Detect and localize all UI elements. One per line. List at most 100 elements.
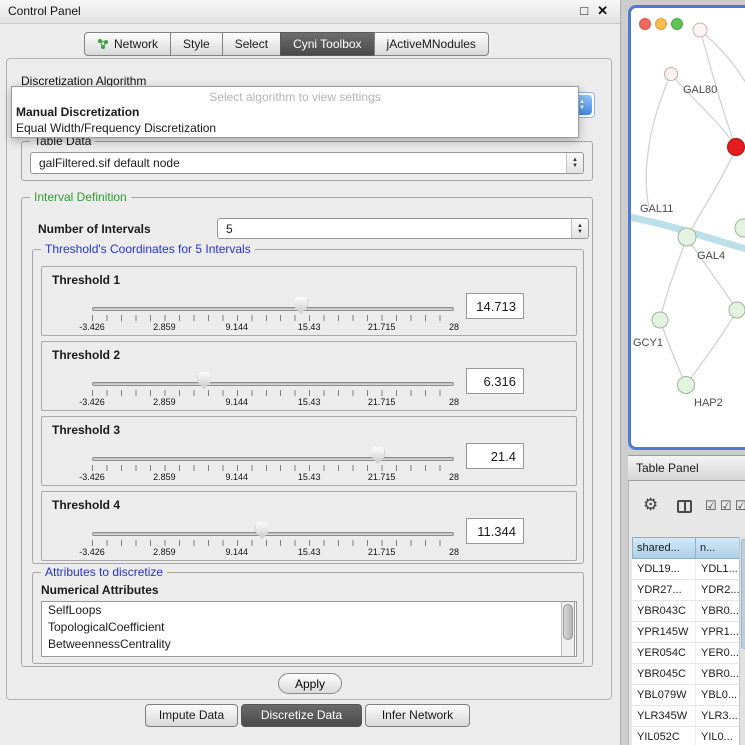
table-row[interactable]: YLR345WYLR3... [632,706,745,727]
tab-jactivemnodules[interactable]: jActiveMNodules [374,32,489,56]
close-traffic-light-icon[interactable] [639,18,651,30]
tick-label: 2.859 [153,547,176,557]
threshold-value-field[interactable]: 6.316 [466,368,524,394]
table-cell: YDL19... [632,559,696,579]
table-row[interactable]: YER054CYER0... [632,643,745,664]
node-label-hap2[interactable]: HAP2 [694,397,723,409]
slider-thumb[interactable] [198,372,211,389]
column-selector-icon[interactable] [677,500,692,513]
scrollbar-thumb[interactable] [563,604,573,640]
tick-label: 28 [449,322,459,332]
tab-infer-network[interactable]: Infer Network [365,704,470,727]
checkbox-icon[interactable]: ☑ [735,498,745,514]
select-checkbox-icon[interactable]: ☑ [720,498,732,514]
threshold-slider[interactable]: -3.4262.8599.14415.4321.71528 [92,342,454,412]
node-label-gal80[interactable]: GAL80 [683,84,717,96]
table-header-row: shared... n... [632,537,745,559]
table-cell: YBR0... [696,664,745,684]
network-icon [97,38,109,50]
tab-select[interactable]: Select [222,32,281,56]
column-header-shared-name[interactable]: shared... [632,537,696,559]
select-all-checkbox-icon[interactable]: ☑ [705,498,717,514]
tick-label: 28 [449,547,459,557]
list-item[interactable]: TopologicalCoefficient [42,619,576,636]
threshold-value-field[interactable]: 21.4 [466,443,524,469]
table-row[interactable]: YPR145WYPR1... [632,622,745,643]
tick-label: 21.715 [368,322,396,332]
table-rows: YDL19...YDL1...YDR27...YDR2...YBR043CYBR… [632,559,745,745]
combo-stepper-icon[interactable]: ▲▼ [571,219,588,238]
table-scrollbar[interactable] [739,537,745,745]
slider-scale: -3.4262.8599.14415.4321.71528 [92,397,454,408]
threshold-value-field[interactable]: 11.344 [466,518,524,544]
gear-icon[interactable]: ⚙ [643,495,658,515]
dropdown-option-manual-discretization[interactable]: Manual Discretization [12,104,578,120]
table-row[interactable]: YDR27...YDR2... [632,580,745,601]
tab-cyni-toolbox[interactable]: Cyni Toolbox [280,32,374,56]
dropdown-option-equal-width-frequency[interactable]: Equal Width/Frequency Discretization [12,120,578,136]
tab-style[interactable]: Style [170,32,223,56]
table-cell: YER0... [696,643,745,663]
slider-thumb[interactable] [371,447,384,464]
thresholds-group-title: Threshold's Coordinates for 5 Intervals [41,242,255,256]
slider-track[interactable] [92,307,454,311]
float-window-icon[interactable]: □ [580,3,588,19]
threshold-row-3: Threshold 3 -3.4262.8599.14415.4321.7152… [41,416,577,486]
threshold-slider[interactable]: -3.4262.8599.14415.4321.71528 [92,417,454,487]
list-scrollbar[interactable] [561,601,575,657]
tick-label: 28 [449,397,459,407]
algorithm-dropdown-menu: Select algorithm to view settings Manual… [11,86,579,138]
table-data-combobox[interactable]: galFiltered.sif default node ▲▼ [30,152,584,174]
numerical-attributes-list[interactable]: SelfLoopsTopologicalCoefficientBetweenne… [41,601,577,657]
table-row[interactable]: YBR045CYBR0... [632,664,745,685]
slider-thumb[interactable] [256,522,269,539]
threshold-slider[interactable]: -3.4262.8599.14415.4321.71528 [92,492,454,562]
interval-definition-group: Interval Definition Number of Intervals … [21,197,593,667]
table-panel-header: Table Panel [628,455,745,481]
tick-label: 9.144 [226,547,249,557]
tick-label: 21.715 [368,547,396,557]
attributes-to-discretize-group: Attributes to discretize Numerical Attri… [32,572,584,664]
column-header-name[interactable]: n... [695,537,745,559]
window-title: Control Panel [8,4,81,18]
table-row[interactable]: YIL052CYIL0... [632,727,745,745]
number-of-intervals-label: Number of Intervals [38,222,151,236]
cyni-toolbox-panel: Discretization Algorithm ▲▼ Select algor… [6,58,612,700]
tab-impute-data[interactable]: Impute Data [145,704,238,727]
tab-network[interactable]: Network [84,32,171,56]
tab-discretize-data[interactable]: Discretize Data [241,704,362,727]
list-item[interactable]: BetweennessCentrality [42,636,576,653]
network-view-window[interactable]: GAL80 GAL11 GAL4 GCY1 HAP2 [628,5,745,450]
control-panel-window: Control Panel □ ✕ Network Style Select C… [0,0,621,745]
combo-stepper-icon[interactable]: ▲▼ [566,153,583,173]
node-label-gal11[interactable]: GAL11 [640,203,673,215]
close-icon[interactable]: ✕ [597,3,608,19]
node-label-gal4[interactable]: GAL4 [697,250,725,262]
slider-track[interactable] [92,532,454,536]
node-label-gcy1[interactable]: GCY1 [633,337,663,349]
attributes-group-title: Attributes to discretize [41,565,167,579]
dropdown-placeholder: Select algorithm to view settings [12,87,578,104]
slider-track[interactable] [92,457,454,461]
minimize-traffic-light-icon[interactable] [655,18,667,30]
slider-thumb[interactable] [294,297,307,314]
network-canvas[interactable] [631,8,745,447]
slider-ticks [92,315,454,321]
table-row[interactable]: YDL19...YDL1... [632,559,745,580]
tick-label: 9.144 [226,322,249,332]
slider-ticks [92,390,454,396]
top-tab-bar: Network Style Select Cyni Toolbox jActiv… [84,32,489,56]
zoom-traffic-light-icon[interactable] [671,18,683,30]
slider-track[interactable] [92,382,454,386]
threshold-slider[interactable]: -3.4262.8599.14415.4321.71528 [92,267,454,337]
table-cell: YBR045C [632,664,696,684]
threshold-value-field[interactable]: 14.713 [466,293,524,319]
table-cell: YIL0... [696,727,745,745]
apply-button[interactable]: Apply [278,673,342,694]
numerical-attributes-label: Numerical Attributes [41,583,159,597]
table-row[interactable]: YBR043CYBR0... [632,601,745,622]
table-row[interactable]: YBL079WYBL0... [632,685,745,706]
list-item[interactable]: SelfLoops [42,602,576,619]
number-of-intervals-combobox[interactable]: 5 ▲▼ [217,218,589,239]
scrollbar-thumb[interactable] [741,539,745,649]
